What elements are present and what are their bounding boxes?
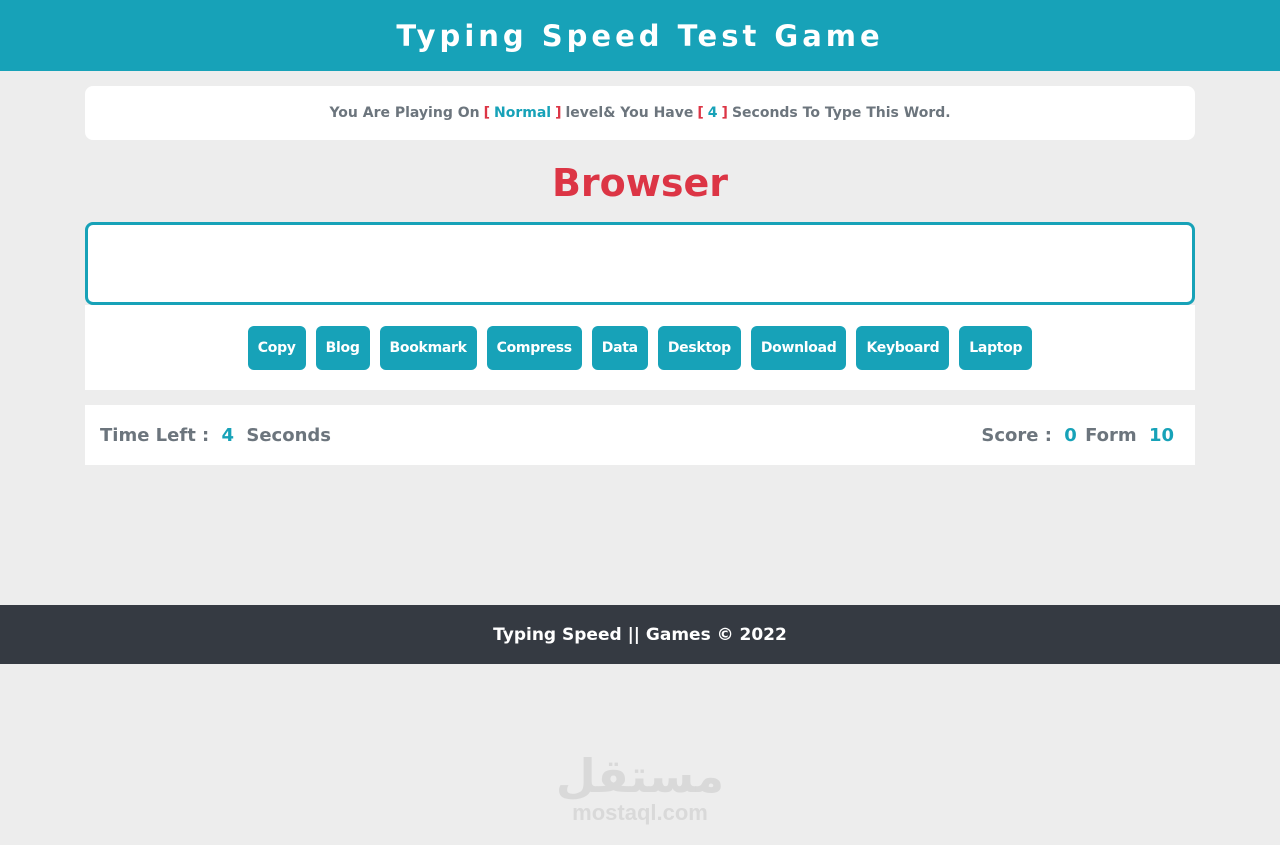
score-from-label: Form bbox=[1085, 424, 1137, 446]
footer-text: Typing Speed || Games © 2022 bbox=[493, 624, 787, 645]
time-left-unit: Seconds bbox=[246, 424, 331, 446]
upcoming-word-blog: Blog bbox=[315, 325, 370, 370]
message-suffix: Seconds To Type This Word. bbox=[731, 105, 951, 121]
level-name: Normal bbox=[494, 105, 552, 121]
message-middle: level& You Have bbox=[565, 105, 694, 121]
upcoming-word-desktop: Desktop bbox=[657, 325, 741, 370]
message-prefix: You Are Playing On bbox=[329, 105, 480, 121]
upcoming-word-bookmark: Bookmark bbox=[379, 325, 477, 370]
time-left-label: Time Left : bbox=[100, 424, 210, 446]
page-header: Typing Speed Test Game bbox=[0, 0, 1280, 71]
upcoming-word-laptop: Laptop bbox=[959, 325, 1033, 370]
level-message: You Are Playing On [ Normal ] level& You… bbox=[85, 86, 1195, 140]
upcoming-word-copy: Copy bbox=[247, 325, 306, 370]
level-close-bracket: ] bbox=[555, 105, 562, 121]
upcoming-word-data: Data bbox=[591, 325, 648, 370]
upcoming-words: Copy Blog Bookmark Compress Data Desktop Downl… bbox=[85, 305, 1195, 390]
time-left: Time Left : 4 Seconds bbox=[100, 425, 331, 446]
page-title: Typing Speed Test Game bbox=[396, 18, 884, 53]
page-footer: Typing Speed || Games © 2022 bbox=[0, 605, 1280, 664]
score-label: Score : bbox=[981, 424, 1052, 446]
current-word: Browser bbox=[551, 161, 729, 205]
upcoming-word-compress: Compress bbox=[486, 325, 582, 370]
seconds-close-bracket: ] bbox=[721, 105, 728, 121]
level-seconds: 4 bbox=[707, 105, 718, 121]
game-status-bar: Time Left : 4 Seconds Score : 0 Form 10 bbox=[85, 405, 1195, 465]
upcoming-word-download: Download bbox=[750, 325, 847, 370]
watermark-arabic: مستقل bbox=[555, 749, 725, 803]
seconds-open-bracket: [ bbox=[697, 105, 704, 121]
score-value: 0 bbox=[1064, 424, 1077, 446]
mostaql-watermark-logo: مستقل mostaql.com bbox=[540, 750, 740, 830]
time-left-value: 4 bbox=[221, 424, 235, 446]
level-open-bracket: [ bbox=[483, 105, 490, 121]
score: Score : 0 Form 10 bbox=[981, 425, 1180, 446]
score-total: 10 bbox=[1148, 424, 1174, 446]
upcoming-word-keyboard: Keyboard bbox=[856, 325, 950, 370]
typing-input[interactable] bbox=[85, 222, 1195, 305]
watermark-latin: mostaql.com bbox=[572, 800, 708, 825]
